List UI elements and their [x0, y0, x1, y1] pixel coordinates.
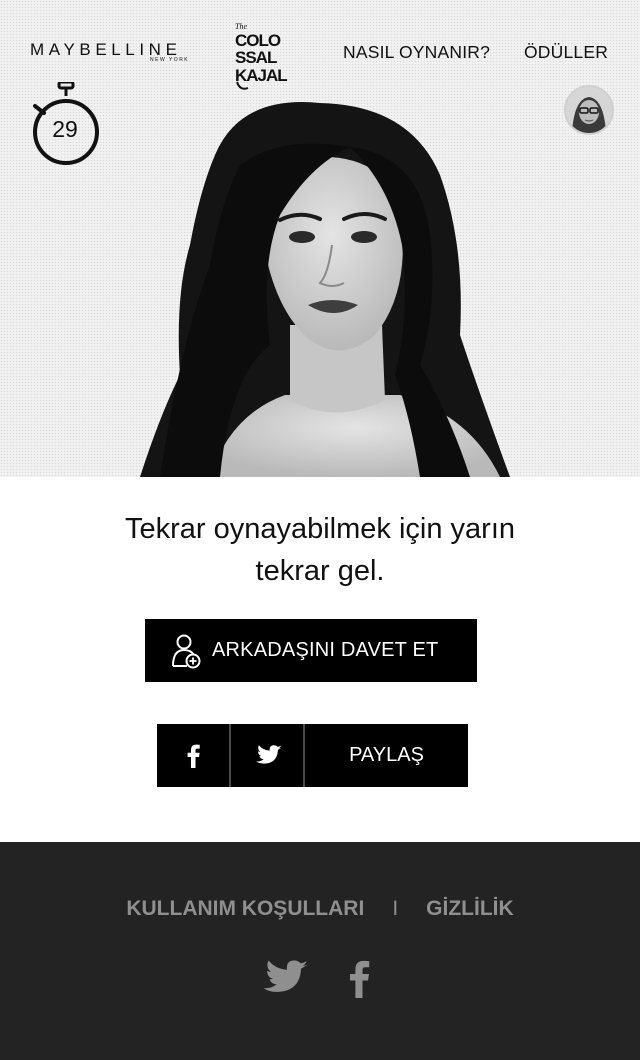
footer-links: KULLANIM KOŞULLARI I GİZLİLİK [0, 897, 640, 921]
hero-banner: MAYBELLINE NEW YORK The COLO SSAL KAJAL … [0, 0, 640, 477]
nav-prizes[interactable]: ÖDÜLLER [524, 42, 608, 63]
share-button[interactable]: PAYLAŞ [305, 724, 468, 787]
footer-separator: I [392, 897, 399, 920]
nav-how-to-play[interactable]: NASIL OYNANIR? [343, 42, 490, 63]
add-user-icon [172, 634, 201, 669]
user-avatar[interactable] [564, 85, 614, 135]
invite-friend-label: ARKADAŞINI DAVET ET [212, 639, 439, 661]
replay-message-line2: tekrar gel. [255, 555, 385, 587]
svg-text:SSAL: SSAL [235, 48, 277, 67]
privacy-link[interactable]: GİZLİLİK [426, 897, 514, 921]
twitter-icon [255, 745, 282, 764]
footer: KULLANIM KOŞULLARI I GİZLİLİK [0, 842, 640, 1060]
timer-value: 29 [52, 116, 78, 142]
share-twitter-button[interactable] [231, 724, 303, 787]
avatar-image [566, 87, 612, 133]
terms-of-use-link[interactable]: KULLANIM KOŞULLARI [126, 897, 364, 921]
replay-message-line1: Tekrar oynayabilmek için yarın [124, 513, 516, 545]
share-facebook-button[interactable] [157, 724, 229, 787]
maybelline-logo-subtitle: NEW YORK [150, 57, 190, 63]
svg-text:The: The [235, 22, 247, 31]
facebook-icon[interactable] [346, 960, 372, 998]
svg-text:KAJAL: KAJAL [235, 66, 287, 85]
facebook-icon [187, 744, 200, 768]
colossal-kajal-logo[interactable]: The COLO SSAL KAJAL [232, 20, 290, 92]
invite-friend-button[interactable]: ARKADAŞINI DAVET ET [145, 619, 477, 682]
replay-message: Tekrar oynayabilmek için yarın tekrar ge… [60, 508, 580, 592]
twitter-icon[interactable] [262, 960, 308, 998]
model-portrait [140, 102, 510, 477]
share-bar: PAYLAŞ [157, 724, 468, 787]
